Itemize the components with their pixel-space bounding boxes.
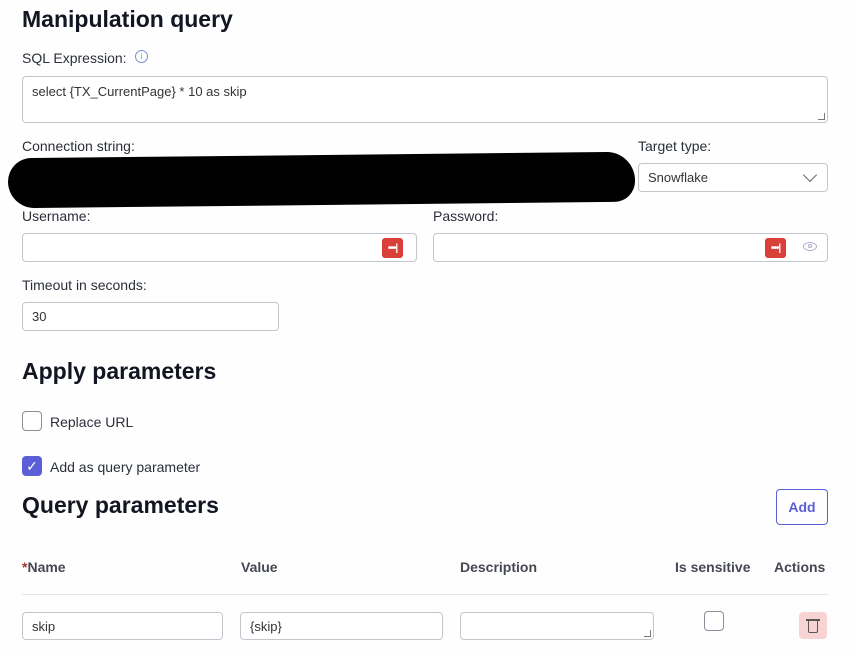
- query-parameters-title: Query parameters: [22, 492, 219, 518]
- checkmark-icon: ✓: [26, 457, 38, 474]
- column-name-label: Name: [27, 559, 66, 575]
- add-query-parameter-label: Add as query parameter: [50, 459, 201, 475]
- password-manager-icon[interactable]: •••|: [382, 238, 403, 258]
- sql-expression-textarea[interactable]: select {TX_CurrentPage} * 10 as skip: [22, 76, 828, 123]
- replace-url-label: Replace URL: [50, 414, 134, 430]
- param-value-value: {skip}: [250, 618, 282, 634]
- target-type-select[interactable]: Snowflake: [638, 163, 828, 192]
- timeout-label: Timeout in seconds:: [22, 277, 147, 293]
- delete-button[interactable]: [799, 612, 827, 639]
- param-name-input[interactable]: skip: [22, 612, 223, 640]
- column-header-name: *Name: [22, 559, 66, 575]
- password-label: Password:: [433, 208, 499, 224]
- connection-string-label: Connection string:: [22, 138, 135, 154]
- trash-icon: [808, 621, 818, 633]
- table-divider: [22, 594, 828, 595]
- param-value-input[interactable]: {skip}: [240, 612, 443, 640]
- column-header-description: Description: [460, 559, 538, 575]
- chevron-down-icon: [802, 167, 818, 183]
- param-name-value: skip: [32, 618, 56, 634]
- username-label: Username:: [22, 208, 91, 224]
- username-input[interactable]: [22, 233, 417, 262]
- connection-string-input-redacted[interactable]: [7, 151, 636, 209]
- column-header-value: Value: [241, 559, 278, 575]
- column-header-is-sensitive: Is sensitive: [675, 559, 751, 575]
- is-sensitive-checkbox[interactable]: [704, 611, 724, 631]
- add-button[interactable]: Add: [776, 489, 828, 525]
- manipulation-title: Manipulation query: [22, 6, 233, 32]
- timeout-value: 30: [32, 309, 47, 324]
- target-type-label: Target type:: [638, 138, 712, 154]
- resize-handle[interactable]: [644, 630, 651, 637]
- resize-handle[interactable]: [818, 113, 825, 120]
- password-manager-icon[interactable]: •••|: [765, 238, 786, 258]
- timeout-input[interactable]: 30: [22, 302, 279, 331]
- sql-label: SQL Expression:: [22, 50, 127, 66]
- info-icon[interactable]: i: [135, 50, 148, 63]
- replace-url-checkbox[interactable]: [22, 411, 42, 431]
- sql-value: select {TX_CurrentPage} * 10 as skip: [32, 84, 247, 99]
- target-type-value: Snowflake: [648, 170, 708, 185]
- add-button-label: Add: [788, 499, 816, 515]
- add-query-parameter-checkbox[interactable]: ✓: [22, 456, 42, 476]
- apply-parameters-title: Apply parameters: [22, 358, 217, 384]
- eye-icon[interactable]: [803, 242, 817, 251]
- param-description-textarea[interactable]: [460, 612, 654, 640]
- column-header-actions: Actions: [774, 559, 826, 575]
